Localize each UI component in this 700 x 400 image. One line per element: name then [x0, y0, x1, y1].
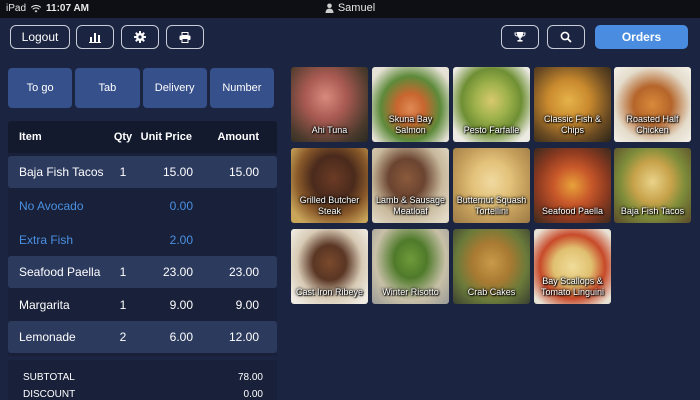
menu-item-label: Roasted Half Chicken — [626, 114, 679, 135]
search-button[interactable] — [547, 25, 585, 49]
row-item: Margarita — [19, 298, 70, 312]
menu-item-bay-scallops-tomato-linguini[interactable]: Bay Scallops & Tomato Linguini — [534, 229, 611, 304]
ticket-modifier-row[interactable]: No Avocado 0.00 — [8, 190, 277, 222]
menu-item-label: Grilled Butcher Steak — [299, 195, 360, 216]
trophy-icon — [514, 32, 526, 42]
row-qty: 1 — [119, 265, 127, 279]
order-type-tabs: To go Tab Delivery Number — [8, 68, 274, 108]
menu-item-skuna-bay-salmon[interactable]: Skuna Bay Salmon — [372, 67, 449, 142]
ticket-modifier-row[interactable]: Extra Fish 2.00 — [8, 224, 277, 256]
logout-button[interactable]: Logout — [10, 25, 70, 49]
search-icon — [560, 31, 572, 43]
gear-icon — [134, 31, 146, 43]
ticket-row[interactable]: Seafood Paella 1 23.00 23.00 — [8, 256, 277, 288]
row-qty: 2 — [119, 330, 127, 344]
row-unit-price: 9.00 — [169, 298, 193, 312]
column-unit-price: Unit Price — [140, 131, 192, 143]
menu-item-label: Crab Cakes — [467, 287, 516, 297]
column-item: Item — [19, 131, 42, 143]
menu-item-baja-fish-tacos[interactable]: Baja Fish Tacos — [614, 148, 691, 223]
discount-label: DISCOUNT — [23, 389, 76, 400]
printer-icon — [179, 31, 191, 43]
menu-item-winter-risotto[interactable]: Winter Risotto — [372, 229, 449, 304]
row-item: Baja Fish Tacos — [19, 165, 104, 179]
subtotal-value: 78.00 — [237, 372, 263, 383]
discount-row: DISCOUNT 0.00 — [23, 389, 263, 400]
user-icon — [325, 3, 334, 13]
subtotal-row: SUBTOTAL 78.00 — [23, 372, 263, 386]
menu-item-roasted-half-chicken[interactable]: Roasted Half Chicken — [614, 67, 691, 142]
row-item: Seafood Paella — [19, 265, 101, 279]
row-amount: 9.00 — [235, 298, 259, 312]
modifier-price: 2.00 — [169, 233, 193, 247]
toolbar: Logout Orders — [0, 18, 700, 58]
ticket-row[interactable]: Baja Fish Tacos 1 15.00 15.00 — [8, 156, 277, 188]
subtotal-label: SUBTOTAL — [23, 372, 75, 383]
tab-to-go[interactable]: To go — [8, 68, 73, 108]
ticket-row[interactable]: Lemonade 2 6.00 12.00 — [8, 321, 277, 353]
menu-item-label: Winter Risotto — [382, 287, 439, 297]
menu-item-label: Baja Fish Tacos — [620, 206, 685, 216]
row-qty: 1 — [119, 165, 127, 179]
row-unit-price: 23.00 — [162, 265, 193, 279]
rewards-button[interactable] — [501, 25, 539, 49]
menu-item-label: Classic Fish & Chips — [543, 114, 601, 135]
column-amount: Amount — [217, 131, 259, 143]
reports-button[interactable] — [76, 25, 114, 49]
menu-item-crab-cakes[interactable]: Crab Cakes — [453, 229, 530, 304]
menu-item-grilled-butcher-steak[interactable]: Grilled Butcher Steak — [291, 148, 368, 223]
menu-item-butternut-squash-tortellini[interactable]: Butternut Squash Tortellini — [453, 148, 530, 223]
menu-item-seafood-paella[interactable]: Seafood Paella — [534, 148, 611, 223]
row-unit-price: 15.00 — [162, 165, 193, 179]
menu-item-label: Lamb & Sausage Meatloaf — [375, 195, 446, 216]
row-item: Lemonade — [19, 330, 76, 344]
user-name: Samuel — [337, 2, 376, 14]
menu-item-lamb-sausage-meatloaf[interactable]: Lamb & Sausage Meatloaf — [372, 148, 449, 223]
menu-item-label: Butternut Squash Tortellini — [456, 195, 527, 216]
modifier-name: No Avocado — [19, 199, 84, 213]
menu-item-label: Seafood Paella — [541, 206, 604, 216]
modifier-name: Extra Fish — [19, 233, 74, 247]
menu-item-pesto-farfalle[interactable]: Pesto Farfalle — [453, 67, 530, 142]
ticket-header: Item Qty Unit Price Amount — [8, 121, 277, 153]
ticket-totals: SUBTOTAL 78.00 DISCOUNT 0.00 — [8, 360, 277, 400]
menu-item-label: Bay Scallops & Tomato Linguini — [540, 276, 605, 297]
settings-button[interactable] — [121, 25, 159, 49]
tab-number[interactable]: Number — [209, 68, 274, 108]
menu-item-label: Ahi Tuna — [311, 125, 348, 135]
menu-item-ahi-tuna[interactable]: Ahi Tuna — [291, 67, 368, 142]
print-button[interactable] — [166, 25, 204, 49]
modifier-price: 0.00 — [169, 199, 193, 213]
menu-item-label: Cast Iron Ribeye — [295, 287, 364, 297]
tab-delivery[interactable]: Delivery — [142, 68, 207, 108]
row-amount: 15.00 — [228, 165, 259, 179]
row-unit-price: 6.00 — [169, 330, 193, 344]
orders-button[interactable]: Orders — [595, 25, 688, 49]
menu-item-classic-fish-chips[interactable]: Classic Fish & Chips — [534, 67, 611, 142]
discount-value: 0.00 — [243, 389, 263, 400]
menu-item-cast-iron-ribeye[interactable]: Cast Iron Ribeye — [291, 229, 368, 304]
row-amount: 23.00 — [228, 265, 259, 279]
tab-tab[interactable]: Tab — [75, 68, 140, 108]
menu-item-label: Pesto Farfalle — [463, 125, 520, 135]
bar-chart-icon — [89, 32, 101, 43]
order-ticket: Item Qty Unit Price Amount Baja Fish Tac… — [8, 121, 277, 356]
ticket-row[interactable]: Margarita 1 9.00 9.00 — [8, 289, 277, 321]
status-bar: iPad 11:07 AM Samuel — [0, 0, 700, 18]
menu-item-label: Skuna Bay Salmon — [388, 114, 433, 135]
row-amount: 12.00 — [228, 330, 259, 344]
row-qty: 1 — [119, 298, 127, 312]
